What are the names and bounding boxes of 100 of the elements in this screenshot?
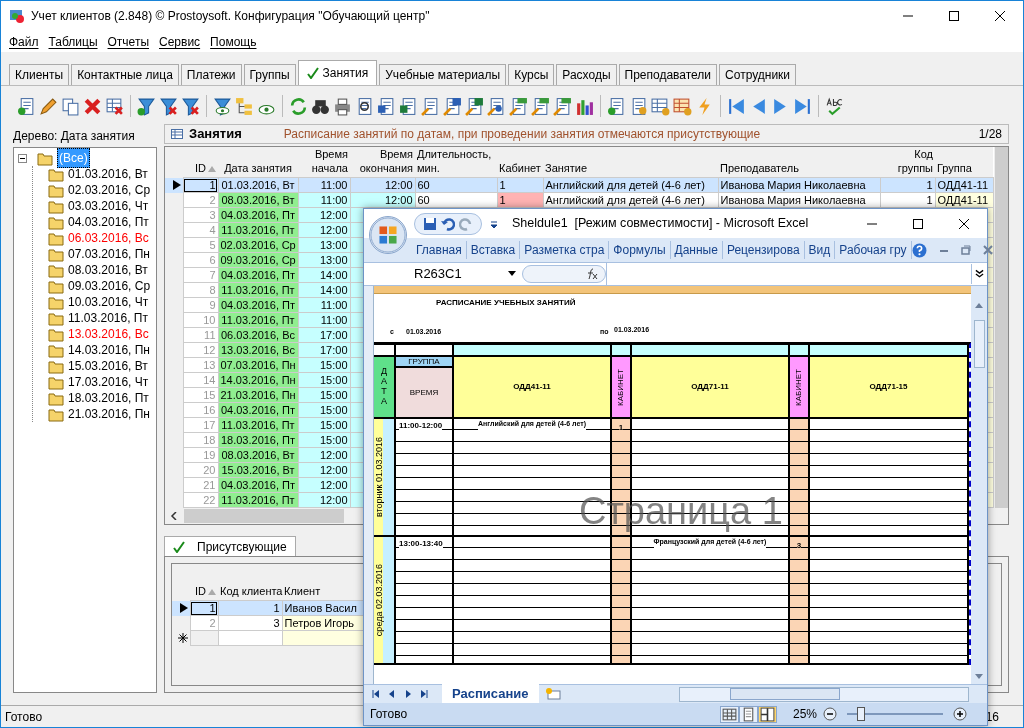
table-gear-icon[interactable] bbox=[673, 96, 692, 116]
collapse-icon[interactable] bbox=[18, 153, 27, 163]
close-icon[interactable] bbox=[982, 245, 993, 255]
help-icon[interactable] bbox=[911, 242, 927, 258]
tab[interactable]: Курсы bbox=[508, 64, 555, 85]
tree-item[interactable]: 01.03.2016, Вт bbox=[68, 165, 148, 183]
copy-icon[interactable] bbox=[61, 96, 80, 116]
ribbon-tab[interactable]: Рецензирова bbox=[722, 241, 805, 259]
first-icon[interactable] bbox=[727, 96, 746, 116]
column-header[interactable]: ID bbox=[190, 584, 218, 601]
tree-item[interactable]: 02.03.2016, Ср bbox=[68, 181, 151, 199]
document-export-icon[interactable] bbox=[421, 96, 440, 116]
add-document-icon[interactable] bbox=[607, 96, 626, 116]
spellcheck-icon[interactable] bbox=[825, 96, 844, 116]
previous-sheet-icon[interactable] bbox=[388, 690, 396, 698]
column-header[interactable]: Длительность, мин. bbox=[415, 147, 497, 178]
scroll-left-icon[interactable] bbox=[170, 512, 178, 520]
ribbon-tab[interactable]: Разметка стра bbox=[520, 241, 610, 259]
tab[interactable]: Расходы bbox=[556, 64, 617, 85]
column-header[interactable]: Группа bbox=[935, 147, 993, 178]
normal-view-button[interactable] bbox=[719, 705, 739, 723]
save-icon[interactable] bbox=[423, 216, 437, 231]
scrollbar[interactable] bbox=[679, 686, 969, 702]
zoom-out-icon[interactable] bbox=[823, 707, 837, 721]
tab[interactable]: Платежи bbox=[180, 64, 242, 85]
tab[interactable]: Сотрудники bbox=[719, 64, 797, 85]
column-header[interactable]: ID bbox=[183, 147, 218, 178]
tab[interactable]: Группы bbox=[243, 64, 296, 85]
scrollbar[interactable] bbox=[971, 286, 987, 684]
document-export-icon[interactable] bbox=[443, 96, 462, 116]
last-icon[interactable] bbox=[793, 96, 812, 116]
scrollbar-thumb[interactable] bbox=[184, 509, 344, 523]
column-header[interactable]: Время начала bbox=[298, 147, 350, 178]
undo-icon[interactable] bbox=[441, 216, 455, 231]
tab[interactable]: Клиенты bbox=[9, 64, 70, 85]
scrollbar-thumb[interactable] bbox=[973, 320, 985, 368]
next-sheet-icon[interactable] bbox=[404, 690, 412, 698]
column-header[interactable]: Кабинет bbox=[497, 147, 543, 178]
tree-icon[interactable] bbox=[235, 96, 254, 116]
tree-item[interactable]: 21.03.2016, Пн bbox=[68, 405, 150, 423]
tree-item[interactable]: 18.03.2016, Пт bbox=[68, 389, 149, 407]
tree-item[interactable]: 06.03.2016, Вс bbox=[68, 229, 149, 247]
column-header[interactable]: Преподаватель bbox=[718, 147, 880, 178]
tab[interactable]: Присутсвующие bbox=[164, 536, 296, 556]
menu-item[interactable]: Файл bbox=[9, 33, 39, 49]
menu-item[interactable]: Отчеты bbox=[107, 33, 149, 49]
menu-item[interactable]: Таблицы bbox=[48, 33, 98, 49]
restore-icon[interactable] bbox=[960, 245, 971, 255]
tree-item[interactable]: 03.03.2016, Чт bbox=[68, 197, 149, 215]
document-export-icon[interactable] bbox=[553, 96, 572, 116]
add-document-icon[interactable] bbox=[17, 96, 36, 116]
tab[interactable]: Учебные материалы bbox=[379, 64, 507, 85]
tree-item[interactable]: 08.03.2016, Вт bbox=[68, 261, 148, 279]
tree-item[interactable]: 07.03.2016, Пн bbox=[68, 245, 150, 263]
tree-item[interactable]: 14.03.2016, Пн bbox=[68, 341, 150, 359]
page-layout-button[interactable] bbox=[738, 705, 758, 723]
tree-item[interactable]: 17.03.2016, Чт bbox=[68, 373, 149, 391]
document-export-icon[interactable] bbox=[465, 96, 484, 116]
sheet-tab[interactable]: Расписание bbox=[442, 684, 539, 704]
column-header[interactable]: Код группы bbox=[880, 147, 935, 178]
ribbon-tab[interactable]: Главная bbox=[412, 241, 467, 259]
document-icon[interactable] bbox=[399, 96, 418, 116]
scrollbar-thumb[interactable] bbox=[730, 688, 840, 700]
ribbon-tab[interactable]: Вид bbox=[804, 241, 836, 259]
menu-item[interactable]: Помощь bbox=[210, 33, 257, 49]
column-header[interactable]: Код клиента bbox=[218, 584, 282, 601]
column-header[interactable]: Занятие bbox=[543, 147, 718, 178]
tree-item[interactable]: 10.03.2016, Чт bbox=[68, 293, 149, 311]
funnel-delete-icon[interactable] bbox=[159, 96, 178, 116]
table-cell[interactable]: 1 bbox=[190, 600, 218, 616]
column-header[interactable]: Дата занятия bbox=[218, 147, 298, 178]
table-gear-icon[interactable] bbox=[651, 96, 670, 116]
customize-icon[interactable] bbox=[490, 219, 498, 228]
table-cell[interactable]: 1 bbox=[183, 177, 218, 193]
tree-item[interactable]: 13.03.2016, Вс bbox=[68, 325, 149, 343]
scroll-down-icon[interactable] bbox=[975, 674, 983, 680]
ribbon-tab[interactable]: Рабочая гру bbox=[835, 241, 912, 259]
funnel-eye-icon[interactable] bbox=[213, 96, 232, 116]
column-header[interactable]: Клиент bbox=[282, 584, 363, 601]
ribbon-tab[interactable]: Формулы bbox=[609, 241, 671, 259]
scroll-up-icon[interactable] bbox=[975, 302, 983, 308]
delete-icon[interactable] bbox=[83, 96, 102, 116]
column-header[interactable]: Время окончания bbox=[350, 147, 415, 178]
funnel-add-icon[interactable] bbox=[137, 96, 156, 116]
tree-item[interactable]: 04.03.2016, Пт bbox=[68, 213, 149, 231]
zoom-in-icon[interactable] bbox=[953, 707, 967, 721]
pencil-icon[interactable] bbox=[39, 96, 58, 116]
ribbon-tab[interactable]: Данные bbox=[670, 241, 723, 259]
document-export-icon[interactable] bbox=[487, 96, 506, 116]
funnel-delete-icon[interactable] bbox=[181, 96, 200, 116]
table-delete-icon[interactable] bbox=[105, 96, 124, 116]
tab[interactable]: Контактные лица bbox=[71, 64, 179, 85]
document-export-icon[interactable] bbox=[509, 96, 528, 116]
tab[interactable]: Занятия bbox=[297, 60, 378, 85]
tree-item[interactable]: 15.03.2016, Вт bbox=[68, 357, 148, 375]
menu-item[interactable]: Сервис bbox=[159, 33, 201, 49]
ribbon-tab[interactable]: Вставка bbox=[466, 241, 521, 259]
slider-thumb[interactable] bbox=[856, 707, 865, 721]
page-break-button[interactable] bbox=[757, 705, 777, 723]
tree-item[interactable]: 11.03.2016, Пт bbox=[68, 309, 148, 327]
